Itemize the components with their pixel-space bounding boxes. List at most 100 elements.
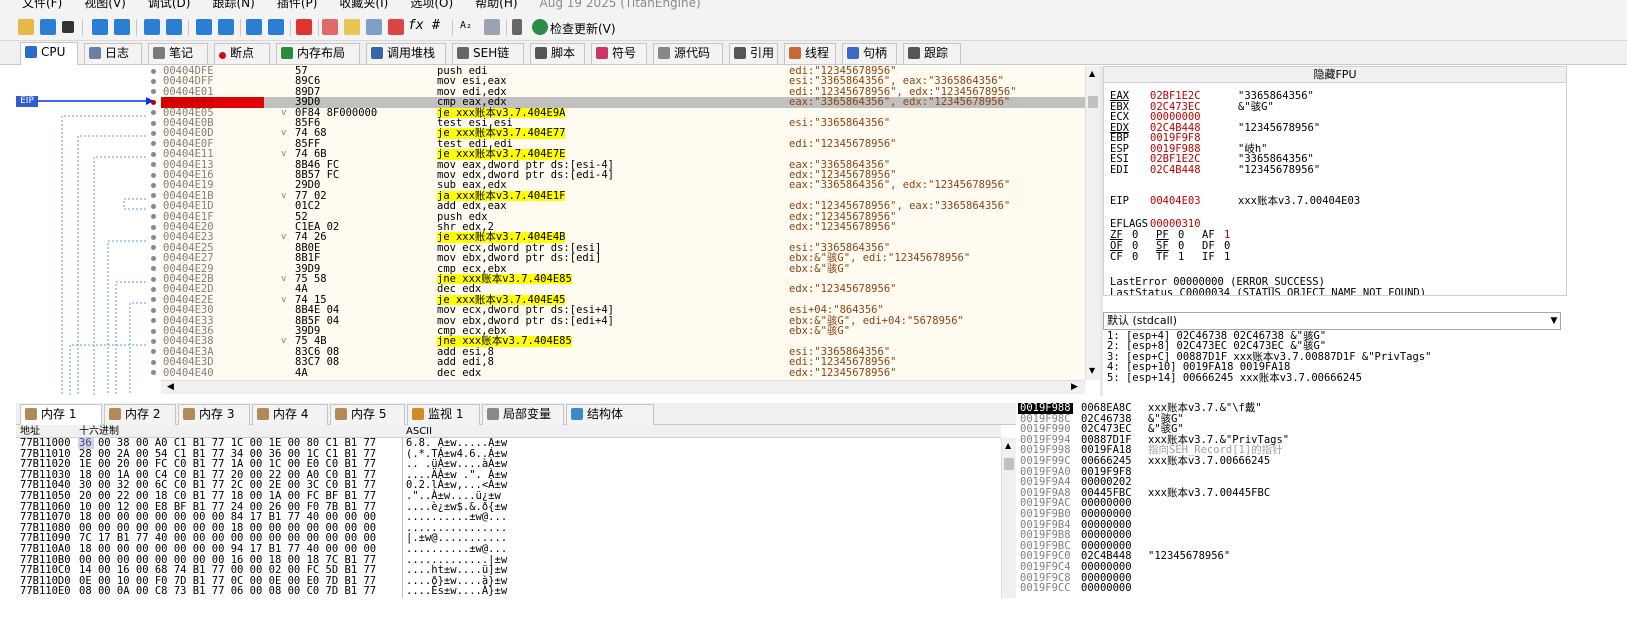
stack-row[interactable]: 0019F99C 00666245 xxx账本v3.7.00666245 [1018, 456, 1627, 467]
breakpoint-dot[interactable] [151, 338, 156, 344]
tab-label[interactable]: 内存 1 [41, 407, 76, 421]
tab-label[interactable]: 内存布局 [297, 46, 345, 60]
trace-over-icon[interactable] [218, 19, 234, 35]
breakpoint-dot[interactable] [151, 359, 156, 365]
breakpoint-dot[interactable] [151, 172, 156, 178]
tab-label[interactable]: 内存 5 [351, 407, 386, 421]
tab-8[interactable]: 符号 [591, 43, 647, 64]
tab-label[interactable]: 断点 [230, 46, 254, 60]
flag-value[interactable]: 1 [1178, 252, 1202, 263]
memory-tab-6[interactable]: 局部变量 [482, 404, 564, 425]
tab-label[interactable]: 局部变量 [503, 407, 551, 421]
tab-label[interactable]: SEH链 [473, 46, 509, 60]
calculator-icon[interactable] [512, 19, 522, 35]
hide-fpu-button[interactable]: 隐藏FPU [1104, 67, 1566, 83]
hash-icon[interactable]: # [432, 18, 448, 34]
memory-dump[interactable]: 77B11000 36 00 38 00 A0 C1 B1 77 1C 00 1E… [16, 438, 1001, 598]
dump-row[interactable]: 77B11000 36 00 38 00 A0 C1 B1 77 1C 00 1E… [16, 438, 1001, 449]
close-icon[interactable] [62, 21, 74, 33]
stack-arg[interactable]: 4: [esp+10] 0019FA18 0019FA18 [1103, 362, 1567, 373]
disassembly-vscroll[interactable]: ▲ ▼ [1085, 66, 1100, 380]
tab-label[interactable]: 监视 1 [428, 407, 463, 421]
tab-label[interactable]: 源代码 [674, 46, 710, 60]
scroll-thumb[interactable] [1088, 96, 1098, 108]
tab-5[interactable]: 调用堆栈 [366, 43, 446, 64]
tab-label[interactable]: 日志 [105, 46, 129, 60]
flag-name[interactable]: CF [1110, 252, 1132, 263]
register-row[interactable]: EDX 02C4B448 "12345678956" [1110, 122, 1320, 134]
tab-label[interactable]: 跟踪 [924, 46, 948, 60]
breakpoint-dot[interactable] [151, 99, 156, 105]
breakpoint-dot[interactable] [151, 286, 156, 292]
tab-3[interactable]: 断点 [214, 43, 270, 64]
tab-label[interactable]: 句柄 [863, 46, 887, 60]
restart-icon[interactable] [40, 19, 56, 35]
bookmarks-list-icon[interactable] [484, 19, 500, 35]
tab-label[interactable]: 线程 [805, 46, 829, 60]
tab-12[interactable]: 句柄 [842, 43, 897, 64]
step-over-icon[interactable] [166, 19, 182, 35]
stack-view[interactable]: 0019F988 0068EA8C xxx账本v3.7.&"\f戴" 0019F98C… [1018, 401, 1627, 619]
comment-icon[interactable] [344, 19, 360, 35]
dump-vscroll[interactable]: ▲ [1001, 438, 1016, 598]
function-icon[interactable]: fx [408, 18, 424, 34]
tab-9[interactable]: 源代码 [653, 43, 723, 64]
scroll-up-icon[interactable]: ▲ [1005, 441, 1011, 450]
tab-13[interactable]: 跟踪 [903, 43, 961, 64]
tab-label[interactable]: 结构体 [587, 407, 623, 421]
tab-2[interactable]: 笔记 [148, 43, 208, 64]
stack-row[interactable]: 0019F9C4 00000000 [1018, 562, 1627, 573]
tab-label[interactable]: 引用 [750, 46, 774, 60]
stack-row[interactable]: 0019F9B0 00000000 [1018, 509, 1627, 520]
bookmark-icon[interactable] [388, 19, 404, 35]
breakpoint-dot[interactable] [151, 130, 156, 136]
stack-arg[interactable]: 5: [esp+14] 00666245 xxx账本v3.7.00666245 [1103, 372, 1567, 383]
memory-tab-7[interactable]: 结构体 [566, 404, 654, 425]
breakpoint-dot[interactable] [151, 68, 156, 74]
tab-1[interactable]: 日志 [84, 43, 142, 64]
scroll-left-icon[interactable]: ◀ [167, 382, 174, 392]
breakpoint-dot[interactable] [151, 203, 156, 209]
scroll-down-icon[interactable]: ▼ [1089, 366, 1095, 375]
breakpoint-dot[interactable] [151, 255, 156, 261]
tab-6[interactable]: SEH链 [452, 43, 524, 64]
flag-value[interactable]: 1 [1224, 252, 1248, 263]
chevron-down-icon[interactable]: ▼ [1547, 313, 1561, 329]
menu-item-6[interactable]: 选项(O) [410, 0, 453, 9]
breakpoint-dot[interactable] [151, 182, 156, 188]
patch-icon[interactable] [322, 19, 338, 35]
menu-item-7[interactable]: 帮助(H) [475, 0, 517, 9]
memory-tab-3[interactable]: 内存 4 [252, 404, 328, 425]
register-row[interactable]: EAX 02BF1E2C "3365864356" [1110, 91, 1314, 102]
execute-till-return-icon[interactable] [246, 19, 262, 35]
breakpoint-dot[interactable] [151, 276, 156, 282]
breakpoint-dot[interactable] [151, 120, 156, 126]
breakpoint-dot[interactable] [151, 234, 156, 240]
tab-label[interactable]: 内存 2 [125, 407, 160, 421]
tab-0[interactable]: CPU [20, 42, 78, 65]
dump-row[interactable]: 77B11050 20 00 22 00 18 C0 B1 77 18 00 1A… [16, 491, 1001, 502]
tab-11[interactable]: 线程 [784, 43, 836, 64]
scroll-right-icon[interactable]: ▶ [1071, 382, 1078, 392]
menu-item-0[interactable]: 文件(F) [22, 0, 62, 9]
tab-label[interactable]: CPU [41, 45, 65, 59]
register-row[interactable]: EFLAGS 00000310 [1110, 219, 1238, 230]
menu-item-5[interactable]: 收藏夹(I) [339, 0, 388, 9]
tab-label[interactable]: 符号 [612, 46, 636, 60]
run-icon[interactable] [92, 19, 108, 35]
tab-label[interactable]: 内存 3 [199, 407, 234, 421]
label-icon[interactable] [366, 19, 382, 35]
disasm-row[interactable]: 00404E40 4A dec edx edx:"12345678956" [161, 367, 1085, 378]
tab-label[interactable]: 内存 4 [273, 407, 308, 421]
register-row[interactable]: EIP 00404E03 xxx账本v3.7.00404E03 [1110, 196, 1360, 207]
tab-10[interactable]: 引用 [729, 43, 778, 64]
tab-label[interactable]: 笔记 [169, 46, 193, 60]
flag-name[interactable]: IF [1202, 252, 1224, 263]
pause-icon[interactable] [114, 19, 130, 35]
memory-tab-4[interactable]: 内存 5 [330, 404, 405, 425]
menu-item-2[interactable]: 调试(D) [148, 0, 191, 9]
script-icon[interactable] [296, 19, 312, 35]
disassembly-hscroll[interactable]: ◀ ▶ [161, 380, 1085, 394]
breakpoint-dot[interactable] [151, 328, 156, 334]
menu-item-4[interactable]: 插件(P) [277, 0, 318, 9]
